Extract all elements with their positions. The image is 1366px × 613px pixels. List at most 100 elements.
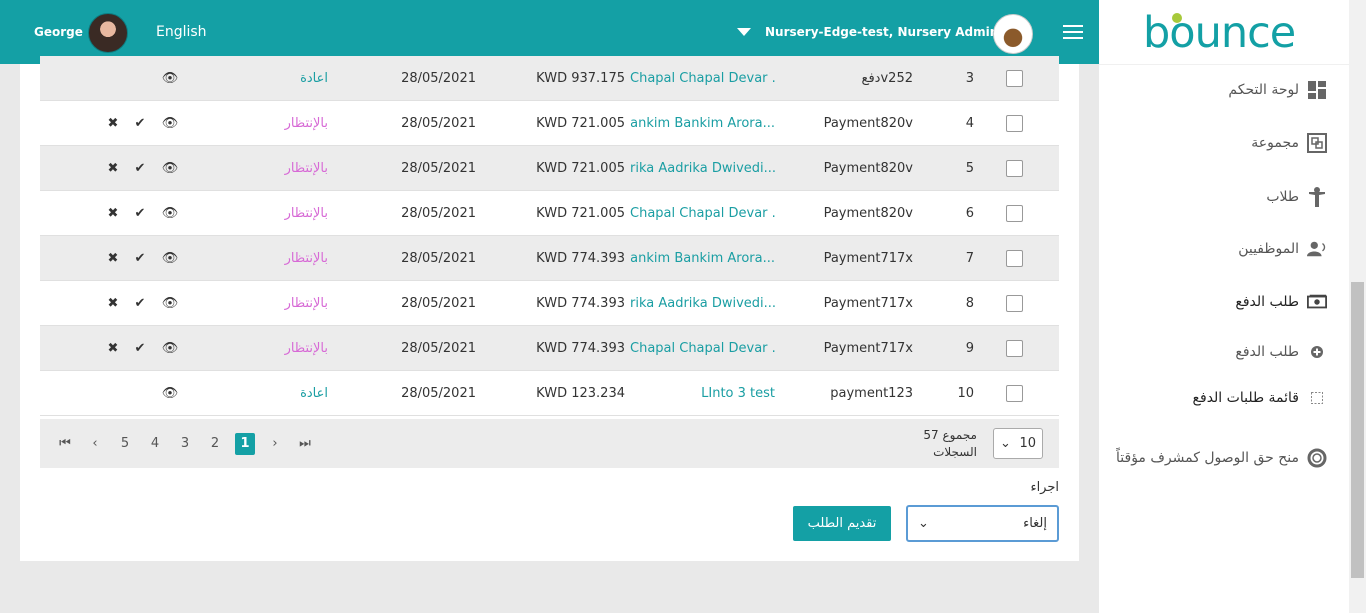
- row-checkbox[interactable]: [1006, 250, 1023, 267]
- row-checkbox[interactable]: [1006, 70, 1023, 87]
- view-icon[interactable]: 👁: [162, 296, 179, 311]
- row-checkbox[interactable]: [1006, 295, 1023, 312]
- action-select[interactable]: ⌄ إلغاء: [906, 505, 1059, 542]
- page-button-5[interactable]: 5: [115, 433, 135, 455]
- view-icon[interactable]: 👁: [162, 251, 179, 266]
- sidebar-item-label: لوحة التحكم: [1228, 82, 1299, 98]
- reject-icon[interactable]: ✖: [106, 296, 120, 311]
- view-icon[interactable]: 👁: [162, 116, 179, 131]
- language-switch[interactable]: English: [156, 24, 207, 40]
- row-checkbox[interactable]: [1006, 205, 1023, 222]
- chevron-down-icon[interactable]: [737, 28, 751, 36]
- sidebar-item-dashboard[interactable]: لوحة التحكم: [1228, 76, 1327, 104]
- page-size-select[interactable]: ⌄ 10: [993, 428, 1043, 459]
- view-icon[interactable]: 👁: [162, 386, 179, 401]
- student-name-link[interactable]: Chapal Chapal Devar ...: [630, 56, 775, 101]
- sidebar-item-temp-admin-access[interactable]: منح حق الوصول كمشرف مؤقتاً: [1116, 444, 1327, 472]
- row-number: 9: [965, 341, 974, 356]
- view-icon[interactable]: 👁: [162, 206, 179, 221]
- table-row: 9 Payment717x Chapal Chapal Devar ... KWD 7…: [40, 326, 1059, 371]
- bounce-logo[interactable]: bounce: [1143, 10, 1308, 56]
- row-number: 6: [965, 206, 974, 221]
- next-page-icon[interactable]: ›: [265, 433, 285, 455]
- logo-text: bounce: [1143, 8, 1296, 58]
- student-name-link[interactable]: ankim Bankim Arora...: [630, 236, 775, 281]
- total-records-label: 57 مجموع السجلات: [899, 427, 977, 461]
- user-avatar[interactable]: [88, 13, 128, 53]
- payment-date: 28/05/2021: [401, 161, 476, 176]
- reject-icon[interactable]: ✖: [106, 206, 120, 221]
- prev-page-icon[interactable]: ‹: [85, 433, 105, 455]
- nursery-avatar[interactable]: [993, 14, 1033, 54]
- action-select-value: إلغاء: [1023, 516, 1047, 531]
- student-name-link[interactable]: Chapal Chapal Devar ...: [630, 326, 775, 371]
- student-name-link[interactable]: ankim Bankim Arora...: [630, 101, 775, 146]
- total-records-count: 57 مجموع: [923, 428, 977, 442]
- submit-request-button[interactable]: تقديم الطلب: [793, 506, 891, 541]
- sidebar-item-label: طلب الدفع: [1235, 344, 1299, 360]
- chevron-down-icon: ⌄: [918, 516, 929, 531]
- sidebar-item-new-payment-request[interactable]: طلب الدفع: [1235, 338, 1327, 366]
- student-name-link[interactable]: LInto 3 test: [630, 371, 775, 416]
- approve-icon[interactable]: ✔: [133, 296, 147, 311]
- row-checkbox[interactable]: [1006, 115, 1023, 132]
- student-name-link[interactable]: Chapal Chapal Devar ...: [630, 191, 775, 236]
- hamburger-menu-icon[interactable]: [1063, 25, 1083, 40]
- row-number: 10: [957, 386, 974, 401]
- payment-reference: Payment820v: [823, 116, 913, 131]
- page-button-4[interactable]: 4: [145, 433, 165, 455]
- payment-date: 28/05/2021: [401, 71, 476, 86]
- payment-date: 28/05/2021: [401, 116, 476, 131]
- scrollbar-thumb[interactable]: [1351, 282, 1364, 578]
- payment-status: بالإنتظار: [284, 251, 328, 266]
- row-checkbox[interactable]: [1006, 160, 1023, 177]
- payment-date: 28/05/2021: [401, 296, 476, 311]
- nursery-role-label[interactable]: Nursery-Edge-test, Nursery Admin: [765, 25, 998, 39]
- reject-icon[interactable]: ✖: [106, 341, 120, 356]
- reject-icon[interactable]: ✖: [106, 116, 120, 131]
- approve-icon[interactable]: ✔: [133, 116, 147, 131]
- sidebar-item-group[interactable]: مجموعة: [1251, 129, 1327, 157]
- sidebar: bounce لوحة التحكم مجموعة طلاب الموظفيين…: [1099, 0, 1349, 613]
- view-icon[interactable]: 👁: [162, 341, 179, 356]
- row-checkbox[interactable]: [1006, 385, 1023, 402]
- payment-date: 28/05/2021: [401, 251, 476, 266]
- top-bar: George English Nursery-Edge-test, Nurser…: [0, 0, 1099, 64]
- sidebar-item-students[interactable]: طلاب: [1266, 183, 1327, 211]
- pagination-bar: ⏮ ‹ 5 4 3 2 1 › ⏭ 57 مجموع السجلات ⌄ 10: [40, 419, 1059, 468]
- payment-status[interactable]: اعادة: [240, 371, 328, 416]
- table-row: 7 Payment717x ankim Bankim Arora... KWD 774…: [40, 236, 1059, 281]
- payment-status: بالإنتظار: [284, 296, 328, 311]
- scrollbar[interactable]: [1349, 0, 1366, 613]
- approve-icon[interactable]: ✔: [133, 161, 147, 176]
- approve-icon[interactable]: ✔: [133, 206, 147, 221]
- reject-icon[interactable]: ✖: [106, 161, 120, 176]
- reject-icon[interactable]: ✖: [106, 251, 120, 266]
- sidebar-item-payment-requests-list[interactable]: قائمة طلبات الدفع: [1193, 384, 1327, 412]
- approve-icon[interactable]: ✔: [133, 251, 147, 266]
- sidebar-item-payment-request[interactable]: طلب الدفع: [1235, 288, 1327, 316]
- payment-status: بالإنتظار: [284, 206, 328, 221]
- view-icon[interactable]: 👁: [162, 71, 179, 86]
- approve-icon[interactable]: ✔: [133, 341, 147, 356]
- payment-reference: payment123: [830, 386, 913, 401]
- user-name[interactable]: George: [34, 25, 83, 39]
- student-name-link[interactable]: rika Aadrika Dwivedi...: [630, 146, 775, 191]
- dashboard-icon: [1307, 80, 1327, 100]
- student-name-link[interactable]: rika Aadrika Dwivedi...: [630, 281, 775, 326]
- row-checkbox[interactable]: [1006, 340, 1023, 357]
- last-page-icon[interactable]: ⏭: [295, 433, 315, 455]
- sidebar-item-staff[interactable]: الموظفيين: [1238, 235, 1327, 263]
- payment-status[interactable]: اعادة: [240, 56, 328, 101]
- payment-reference: Payment820v: [823, 206, 913, 221]
- payment-amount: KWD 774.393: [536, 296, 625, 311]
- payment-date: 28/05/2021: [401, 341, 476, 356]
- page-button-2[interactable]: 2: [205, 433, 225, 455]
- view-icon[interactable]: 👁: [162, 161, 179, 176]
- first-page-icon[interactable]: ⏮: [55, 433, 75, 455]
- table-row: 6 Payment820v Chapal Chapal Devar ... KWD 7…: [40, 191, 1059, 236]
- page-button-1[interactable]: 1: [235, 433, 255, 455]
- sidebar-item-label: منح حق الوصول كمشرف مؤقتاً: [1116, 450, 1299, 466]
- page-size-value: 10: [1019, 436, 1036, 451]
- page-button-3[interactable]: 3: [175, 433, 195, 455]
